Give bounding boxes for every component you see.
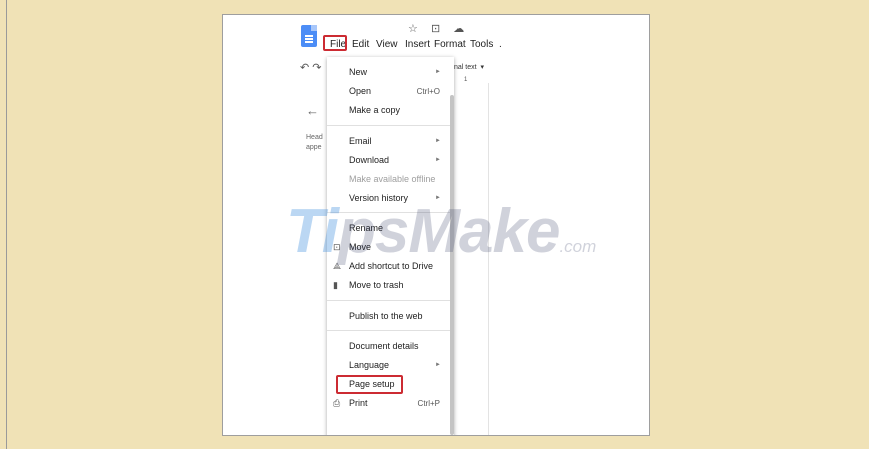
page-setup-highlight-box bbox=[336, 375, 403, 394]
print-icon: ⎙ bbox=[333, 398, 341, 408]
watermark-make: Make bbox=[408, 197, 560, 266]
menu-item-language[interactable]: Language bbox=[349, 360, 389, 370]
menu-item-label: Email bbox=[349, 136, 372, 146]
undo-icon[interactable]: ↶ bbox=[300, 62, 309, 74]
menu-divider bbox=[327, 330, 450, 331]
menu-tools[interactable]: Tools bbox=[470, 39, 493, 50]
menu-view[interactable]: View bbox=[376, 39, 398, 50]
menu-more[interactable]: . bbox=[499, 39, 502, 50]
menu-item-email[interactable]: Email bbox=[349, 136, 372, 146]
menu-item-download[interactable]: Download bbox=[349, 155, 389, 165]
watermark-ti: Ti bbox=[286, 197, 339, 266]
menu-item-label: Language bbox=[349, 360, 390, 370]
submenu-arrow-icon: ► bbox=[435, 69, 441, 75]
left-border-line bbox=[6, 0, 7, 449]
menu-item-label: Make available offline bbox=[349, 174, 436, 184]
menu-divider bbox=[327, 300, 450, 301]
paragraph-style-select[interactable]: nal text ▾ bbox=[454, 63, 484, 71]
menu-item-trash[interactable]: Move to trash bbox=[349, 280, 404, 290]
outline-text-line: Head bbox=[306, 134, 323, 141]
back-arrow-icon[interactable]: ← bbox=[306, 103, 319, 118]
menu-item-label: Document details bbox=[349, 341, 419, 351]
menu-insert[interactable]: Insert bbox=[405, 39, 430, 50]
menu-item-print[interactable]: Print bbox=[349, 398, 368, 408]
star-icon[interactable]: ☆ bbox=[408, 23, 423, 35]
google-docs-icon[interactable] bbox=[301, 25, 317, 47]
cloud-status-icon[interactable]: ☁ bbox=[453, 23, 469, 35]
menu-item-offline: Make available offline bbox=[349, 174, 435, 184]
file-highlight-box bbox=[323, 35, 347, 51]
menu-item-publish[interactable]: Publish to the web bbox=[349, 311, 423, 321]
submenu-arrow-icon: ► bbox=[435, 138, 441, 144]
menu-item-label: Print bbox=[349, 398, 368, 408]
header-icons: ☆ ⊡ ☁ bbox=[408, 22, 469, 35]
watermark-ps: ps bbox=[337, 197, 409, 266]
menu-item-details[interactable]: Document details bbox=[349, 341, 419, 351]
menu-item-make-copy[interactable]: Make a copy bbox=[349, 105, 400, 115]
menu-item-label: Download bbox=[349, 155, 390, 165]
move-folder-icon[interactable]: ⊡ bbox=[431, 23, 445, 35]
menu-item-label: New bbox=[349, 67, 368, 77]
submenu-arrow-icon: ► bbox=[435, 362, 441, 368]
menu-item-label: Publish to the web bbox=[349, 311, 423, 321]
trash-icon: ▮ bbox=[333, 280, 338, 290]
submenu-arrow-icon: ► bbox=[435, 157, 441, 163]
menu-item-label: Move to trash bbox=[349, 280, 404, 290]
chevron-down-icon: ▾ bbox=[478, 64, 484, 71]
outline-hint-text: Head appe bbox=[306, 133, 326, 153]
toolbar-undo-redo: ↶ ↷ bbox=[300, 61, 322, 74]
menu-edit[interactable]: Edit bbox=[352, 39, 369, 50]
style-label: nal text bbox=[454, 64, 477, 71]
menu-item-label: Make a copy bbox=[349, 105, 401, 115]
redo-icon[interactable]: ↷ bbox=[312, 62, 321, 74]
menu-item-label: Open bbox=[349, 86, 372, 96]
menu-item-open[interactable]: Open bbox=[349, 86, 371, 96]
tipsmake-watermark: TipsMake.com bbox=[286, 196, 596, 267]
print-shortcut: Ctrl+P bbox=[417, 399, 440, 408]
watermark-com: .com bbox=[559, 237, 597, 256]
menu-item-new[interactable]: New bbox=[349, 67, 367, 77]
menu-format[interactable]: Format bbox=[434, 39, 466, 50]
menu-divider bbox=[327, 125, 450, 126]
outline-text-line: appe bbox=[306, 144, 322, 151]
open-shortcut: Ctrl+O bbox=[416, 87, 440, 96]
